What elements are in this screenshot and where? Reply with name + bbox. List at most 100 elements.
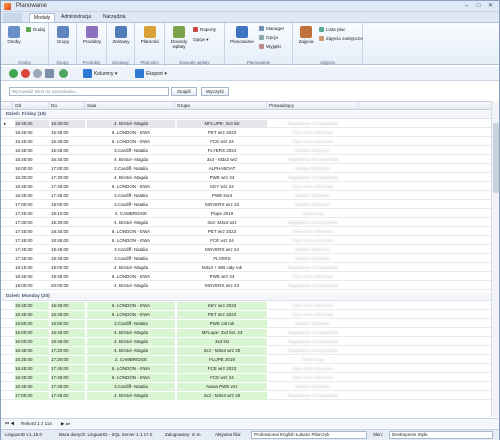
ribbon-group-planowanie: Planowanie Manager Opcje Wyjątki Planowa…: [225, 23, 293, 66]
cell-do: 16:45:00: [51, 148, 69, 153]
search-input[interactable]: Wprowadź tekst do wyszukania...: [9, 87, 169, 96]
close-icon[interactable]: ✕: [485, 2, 496, 10]
table-row[interactable]: 16:00:00 16:45:00 4. Bristol- Magda MFLupe-…: [1, 329, 499, 337]
table-row[interactable]: 16:30:00 17:30:00 4. Bristol- Magda PWE wrz…: [1, 174, 499, 182]
group-row[interactable]: Dzień: Friday (19): [1, 111, 499, 119]
scroll-thumb[interactable]: [493, 123, 499, 193]
raporty-button[interactable]: Raporty: [193, 27, 216, 33]
cell-od: 16:45:00: [15, 383, 49, 391]
sync-icon[interactable]: [59, 69, 68, 78]
nav-first-icon[interactable]: ⏮ ◀: [5, 419, 15, 428]
table-row[interactable]: 18:45:00 19:45:00 6. LONDON - EWA PWE wrz 2…: [1, 273, 499, 281]
cell-od: 16:35:00: [15, 356, 49, 364]
zajecia-zastepcze-button[interactable]: Zajęcia zastępcze: [319, 36, 363, 42]
table-row[interactable]: 15:45:00 16:45:00 4. Bristol- Magda 3x3 - M…: [1, 156, 499, 164]
table-row[interactable]: 17:45:00 18:45:00 6. LONDON - EWA PET wrz 2…: [1, 228, 499, 236]
zestawy-button[interactable]: Zestawy: [109, 26, 133, 44]
cell-grupa: FLYERS 2024: [207, 148, 237, 153]
cell-do: 19:45:00: [51, 274, 69, 279]
dodaj-button[interactable]: Dodaj: [26, 27, 45, 33]
nav-last-icon[interactable]: ▶ ⏭: [61, 419, 70, 428]
skin-select[interactable]: DevExpress Style: [389, 431, 493, 439]
dowody-wplaty-button[interactable]: Dowody wpłaty: [167, 26, 191, 49]
cell-grupa: PWE kont: [211, 193, 232, 198]
table-row[interactable]: 16:45:00 17:45:00 6. LONDON - EWA FCE wrz 2…: [1, 365, 499, 373]
cell-prowadzacy: Natalia Wójtowicz: [295, 166, 331, 171]
delete-icon[interactable]: [21, 69, 30, 78]
header-od[interactable]: Od: [13, 102, 49, 110]
cell-od: 18:45:00: [15, 274, 33, 279]
header-grupa[interactable]: Grupa: [175, 102, 267, 110]
opcje-dropdown[interactable]: Opcje ▾: [193, 37, 209, 43]
table-row[interactable]: 16:35:00 17:20:00 2. CAMBRIDGE FLUPE 2019 Da…: [1, 356, 499, 364]
table-row[interactable]: 15:45:00 16:45:00 6. LONDON - EWA KEY wrz 2…: [1, 302, 499, 310]
ribbon-group-osoby: Osoby Dodaj Osoby: [1, 23, 49, 66]
columns-button[interactable]: Kolumny ▾: [94, 70, 117, 78]
table-row[interactable]: 17:45:00 18:45:00 3.Cardiff- Natalia MOVERS…: [1, 246, 499, 254]
header-sala[interactable]: Sala: [85, 102, 175, 110]
table-row[interactable]: 17:00:00 18:00:00 3.Cardiff- Natalia MOVERS…: [1, 201, 499, 209]
lista-plac-button[interactable]: Lista płac: [319, 27, 345, 33]
cell-od: 17:45:00: [15, 256, 33, 261]
tab-moduly[interactable]: Moduły: [29, 13, 56, 22]
group-label: Produkty: [82, 60, 101, 65]
table-row[interactable]: 17:25:00 18:10:00 2. CAMBRIDGE Flupe 2019 Da…: [1, 210, 499, 218]
tab-administracja[interactable]: Administracja: [57, 13, 95, 22]
table-row[interactable]: 16:45:00 17:45:00 6. LONDON - EWA KEY wrz 2…: [1, 183, 499, 191]
manager-button[interactable]: Manager: [259, 26, 284, 32]
header-do[interactable]: Do: [49, 102, 85, 110]
refresh-icon[interactable]: [33, 69, 42, 78]
add-icon[interactable]: [9, 69, 18, 78]
wyjatki-button[interactable]: Wyjątki: [259, 44, 281, 50]
table-row[interactable]: 18:15:00 19:00:00 4. Bristol- Magda M3x3 + …: [1, 264, 499, 272]
edit-icon[interactable]: [45, 69, 54, 78]
app-menu-button[interactable]: [3, 13, 23, 22]
table-row[interactable]: 16:35:00 17:20:00 4. Bristol- Magda 3x3 - M…: [1, 347, 499, 355]
cell-prowadzacy: Ewa Anna Hirszman: [292, 238, 334, 243]
table-row[interactable]: 16:45:00 17:45:00 3.Cardiff- Natalia PWE ko…: [1, 192, 499, 200]
grupy-button[interactable]: Grupy: [52, 26, 74, 44]
cell-grupa: FCE wrz 24: [177, 374, 267, 382]
table-row[interactable]: 15:50:00 16:50:00 3.Cardiff- Natalia PWE ca…: [1, 320, 499, 328]
header-prowadzacy[interactable]: Prowadzący: [267, 102, 359, 110]
table-row[interactable]: 15:45:00 16:45:00 6. LONDON - EWA PET wrz 2…: [1, 129, 499, 137]
group-label: Dowody wpłaty: [179, 60, 210, 65]
cell-od: 16:45:00: [15, 193, 33, 198]
table-row[interactable]: 15:45:00 16:45:00 3.Cardiff- Natalia FLYERS…: [1, 147, 499, 155]
table-row[interactable]: 15:45:00 16:45:00 6. LONDON - EWA PET wrz 2…: [1, 311, 499, 319]
vertical-scrollbar[interactable]: [491, 101, 499, 417]
group-label: Płatności: [140, 60, 159, 65]
table-row[interactable]: 16:00:00 17:00:00 3.Cardiff- Natalia ALPHAB…: [1, 165, 499, 173]
find-button[interactable]: Znajdź: [171, 87, 197, 96]
produkty-button[interactable]: Produkty: [79, 26, 105, 44]
platnosci-button[interactable]: Płatności: [137, 26, 163, 44]
group-label: Zajęcia: [320, 60, 335, 65]
table-row[interactable]: 15:45:00 16:30:00 4. Bristol- Magda MFLUPE-…: [1, 120, 499, 128]
opcje-button[interactable]: Opcje: [259, 35, 278, 41]
table-row[interactable]: 17:45:00 18:45:00 6. LONDON - EWA FCE wrz 2…: [1, 237, 499, 245]
group-row[interactable]: Dzień: Monday (20): [1, 293, 499, 301]
cell-do: 17:20:00: [51, 356, 85, 364]
table-row[interactable]: 16:45:00 17:45:00 3.Cardiff- Natalia Nowa P…: [1, 383, 499, 391]
table-row[interactable]: 16:00:00 16:45:00 4. Bristol- Magda 3x3 lis…: [1, 338, 499, 346]
cell-sala: 3.Cardiff- Natalia: [87, 320, 175, 328]
tab-narzedzia[interactable]: Narzędzia: [99, 13, 130, 22]
cell-do: 18:45:00: [51, 247, 69, 252]
export-button[interactable]: Eksport ▾: [146, 70, 167, 78]
table-row[interactable]: 17:00:00 17:45:00 4. Bristol- Magda 3x3 - M…: [1, 392, 499, 400]
table-row[interactable]: 17:45:00 18:45:00 3.Cardiff- Natalia FLYERS…: [1, 255, 499, 263]
cell-sala: 4. Bristol- Magda: [87, 329, 175, 337]
planowanie-button[interactable]: Planowanie: [227, 26, 257, 44]
clear-button[interactable]: Wyczyść: [201, 87, 229, 96]
branch-select[interactable]: Professional English Łukasz Pilarczyk: [251, 431, 367, 439]
table-row[interactable]: 17:30:00 18:30:00 4. Bristol- Magda 3x3- M3…: [1, 219, 499, 227]
table-row[interactable]: 16:45:00 17:45:00 6. LONDON - EWA FCE wrz 2…: [1, 374, 499, 382]
table-row[interactable]: 19:00:00 20:00:00 4. Bristol- Magda MOVERS …: [1, 282, 499, 290]
cell-sala: 6. LONDON - EWA: [87, 374, 175, 382]
table-row[interactable]: 15:45:00 16:45:00 6. LONDON - EWA FCE wrz 2…: [1, 138, 499, 146]
osoby-button[interactable]: Osoby: [4, 26, 24, 44]
app-logo-icon: [4, 3, 11, 10]
zajecia-button[interactable]: Zajęcia: [295, 26, 317, 44]
minimize-icon[interactable]: –: [461, 2, 472, 10]
maximize-icon[interactable]: □: [473, 2, 484, 10]
